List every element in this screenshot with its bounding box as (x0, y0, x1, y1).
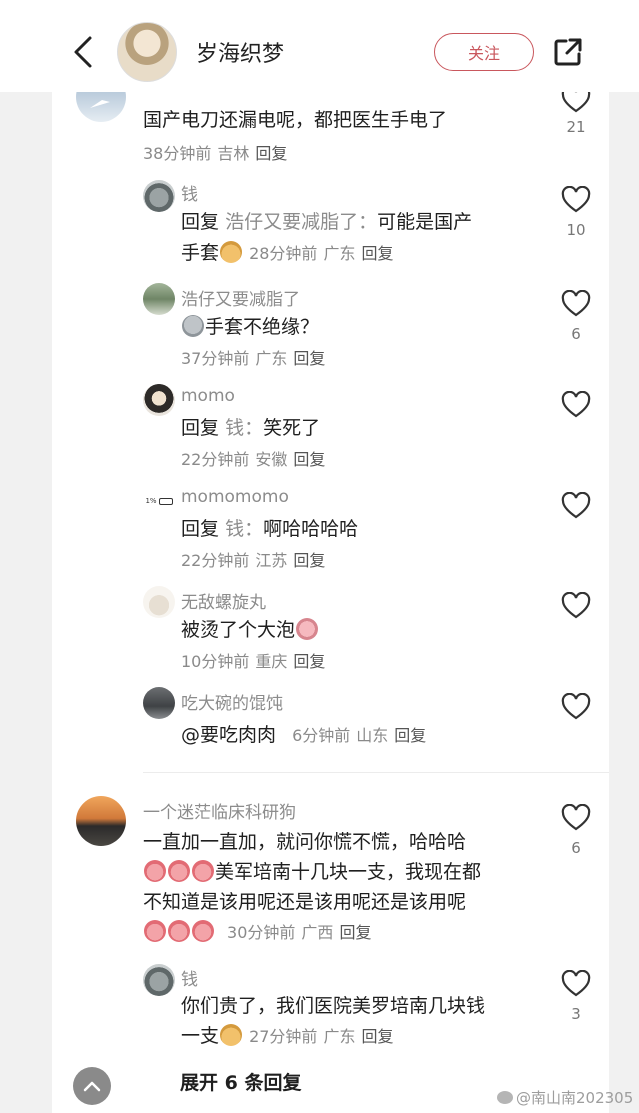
commenter-name[interactable]: 浩仔又要减脂了 (181, 285, 300, 310)
avatar[interactable] (143, 964, 175, 996)
comment-meta: 22分钟前 安徽 回复 (181, 450, 326, 469)
comment-text: 回复 钱：啊哈哈哈哈 (181, 518, 359, 540)
reply-link[interactable]: 回复 (255, 144, 287, 163)
avatar[interactable] (143, 283, 175, 315)
comment-text-line3: 不知道是该用呢还是该用呢还是该用呢 (143, 891, 467, 913)
commenter-name[interactable]: 吃大碗的馄饨 (181, 689, 283, 714)
like-count: 6 (571, 839, 581, 857)
heart-outline-icon[interactable] (561, 804, 591, 832)
avatar[interactable] (143, 180, 175, 212)
like-count: 6 (571, 325, 581, 343)
reply-link[interactable]: 回复 (394, 726, 426, 745)
commenter-name[interactable]: 无敌螺旋丸 (181, 588, 266, 613)
comment-text: 回复 浩仔又要减脂了：可能是国产 (181, 211, 473, 233)
battery-icon (158, 497, 173, 505)
battery-avatar-text: 1% (145, 497, 157, 505)
crying-emoji-icon (296, 618, 319, 640)
crying-emoji-icon (192, 920, 214, 942)
left-gutter (0, 0, 52, 1113)
comment-meta: 37分钟前 广东 回复 (181, 349, 326, 368)
follow-button[interactable]: 关注 (434, 33, 534, 71)
commenter-name[interactable]: momo (181, 386, 235, 406)
comment-text: 被烫了个大泡 (181, 615, 319, 646)
arrow-up-icon (83, 1081, 101, 1092)
scroll-top-button[interactable] (73, 1067, 111, 1105)
divider (143, 772, 609, 773)
author-avatar[interactable] (117, 22, 177, 82)
reply-link[interactable]: 回复 (361, 244, 393, 263)
like-count: 21 (566, 118, 586, 136)
comment-text-line2: 一支 27分钟前 广东 回复 (181, 1024, 394, 1047)
expand-replies-button[interactable]: 展开 6 条回复 (180, 1068, 301, 1095)
avatar[interactable] (143, 586, 175, 618)
heart-outline-icon[interactable] (561, 290, 591, 318)
avatar[interactable] (143, 687, 175, 719)
comment-text: 国产电刀还漏电呢，都把医生手电了 (143, 109, 448, 131)
like-count: 3 (571, 1005, 581, 1023)
share-icon (554, 38, 582, 66)
reply-link[interactable]: 回复 (293, 551, 325, 570)
comment-text: 一直加一直加，就问你慌不慌，哈哈哈 (143, 831, 467, 853)
comment-meta: 22分钟前 江苏 回复 (181, 551, 326, 570)
like-count: 10 (566, 221, 586, 239)
dog-emoji-icon (220, 241, 243, 263)
comment-text-line2: 手套 28分钟前 广东 回复 (181, 241, 394, 264)
dog-emoji-icon (220, 1024, 243, 1046)
author-name[interactable]: 岁海织梦 (196, 36, 284, 68)
comment-meta: 38分钟前 吉林 回复 (143, 144, 288, 163)
right-gutter (609, 0, 639, 1113)
reply-link[interactable]: 回复 (293, 652, 325, 671)
avatar[interactable] (143, 384, 175, 416)
skull-emoji-icon (182, 315, 204, 337)
reply-link[interactable]: 回复 (339, 923, 371, 942)
share-button[interactable] (552, 36, 584, 68)
commenter-name[interactable]: 一个迷茫临床科研狗 (143, 798, 296, 823)
reply-link[interactable]: 回复 (361, 1027, 393, 1046)
commenter-name[interactable]: momomomo (181, 487, 289, 507)
avatar[interactable] (76, 796, 126, 846)
heart-outline-icon[interactable] (561, 186, 591, 214)
comment-text: 你们贵了，我们医院美罗培南几块钱 (181, 995, 486, 1017)
heart-outline-icon[interactable] (561, 592, 591, 620)
weibo-logo-icon (497, 1091, 513, 1104)
comment-text-line4: 30分钟前 广西 回复 (143, 917, 371, 948)
chevron-left-icon (74, 36, 92, 68)
crying-emoji-icon (144, 920, 166, 942)
comment-meta: 10分钟前 重庆 回复 (181, 652, 326, 671)
heart-outline-icon[interactable] (561, 492, 591, 520)
crying-emoji-icon (192, 860, 214, 882)
commenter-name[interactable]: 钱 (181, 180, 198, 205)
comment-text: 回复 钱：笑死了 (181, 417, 321, 439)
heart-outline-icon[interactable] (561, 970, 591, 998)
reply-link[interactable]: 回复 (293, 349, 325, 368)
comment-text: @要吃肉肉 6分钟前 山东 回复 (181, 724, 427, 746)
crying-emoji-icon (168, 920, 190, 942)
crying-emoji-icon (144, 860, 166, 882)
comment-text: 手套不绝缘？ (181, 312, 319, 343)
avatar[interactable]: 1% (143, 485, 175, 517)
header: 岁海织梦 关注 (0, 0, 639, 92)
heart-outline-icon[interactable] (561, 693, 591, 721)
watermark: @南山南202305 (497, 1087, 633, 1108)
heart-outline-icon[interactable] (561, 391, 591, 419)
crying-emoji-icon (168, 860, 190, 882)
comment-text-line2: 美军培南十几块一支，我现在都 (143, 857, 481, 888)
commenter-name[interactable]: 钱 (181, 965, 198, 990)
back-button[interactable] (70, 32, 100, 72)
reply-link[interactable]: 回复 (293, 450, 325, 469)
